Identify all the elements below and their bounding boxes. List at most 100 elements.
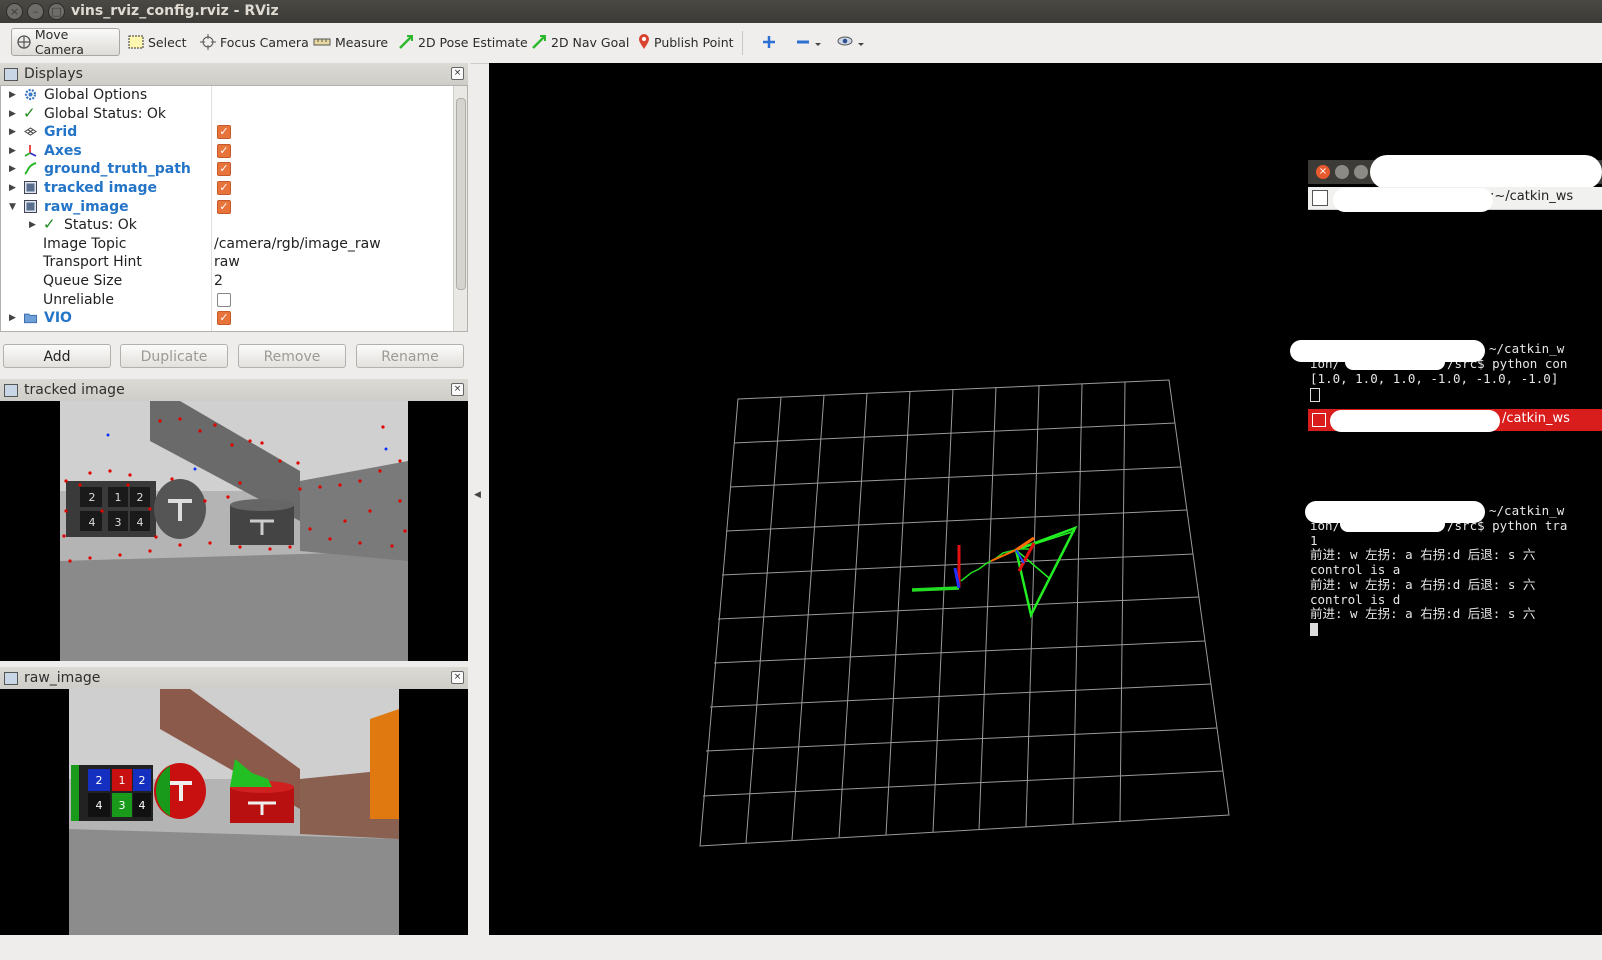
add-tool-icon[interactable]	[762, 35, 776, 49]
terminal-line: [1.0, 1.0, 1.0, -1.0, -1.0, -1.0]	[1310, 371, 1559, 386]
duplicate-display-button[interactable]: Duplicate	[120, 344, 228, 368]
enable-checkbox[interactable]: ✓	[217, 143, 231, 158]
splitter-handle-icon[interactable]: ◀	[474, 490, 481, 500]
expand-arrow-icon[interactable]: ▶	[9, 309, 16, 327]
terminal-line: 前进: w 左拐: a 右拐:d 后退: s 六	[1310, 606, 1536, 621]
select-tool[interactable]: Select	[124, 28, 191, 56]
tree-row-image-topic[interactable]: Image Topic /camera/rgb/image_raw	[1, 235, 456, 253]
rename-display-button[interactable]: Rename	[356, 344, 464, 368]
tree-row-global-options[interactable]: ▶ Global Options	[1, 86, 456, 104]
terminal-cursor	[1310, 623, 1318, 636]
axes-icon	[24, 144, 37, 157]
terminal-close-icon[interactable]: ×	[1316, 165, 1330, 179]
enable-checkbox[interactable]: ✓	[217, 181, 231, 195]
move-camera-tool[interactable]: Move Camera	[11, 27, 120, 57]
raw-image-title: raw_image	[24, 670, 101, 686]
add-display-button[interactable]: Add	[3, 344, 111, 368]
remove-tool-icon[interactable]	[796, 35, 824, 49]
terminal-tab-path: /catkin_ws	[1502, 411, 1570, 426]
terminal-line: ~/catkin_w	[1489, 503, 1565, 518]
maximize-window-icon[interactable]: □	[48, 3, 65, 20]
enable-checkbox[interactable]: ✓	[217, 162, 231, 177]
marker-label: 2	[96, 774, 103, 787]
unreliable-checkbox[interactable]	[217, 292, 231, 307]
minimize-window-icon[interactable]: –	[27, 3, 44, 20]
move-camera-icon	[17, 35, 31, 49]
close-panel-icon[interactable]: ×	[451, 383, 464, 396]
marker-label: 2	[139, 774, 146, 787]
tracked-image-panel-header: tracked image ×	[0, 379, 468, 402]
tree-label: Queue Size	[43, 273, 123, 289]
axes-display	[911, 545, 961, 592]
redaction-blob	[1340, 516, 1445, 532]
view-eye-icon[interactable]	[837, 34, 867, 50]
remove-display-button[interactable]: Remove	[238, 344, 346, 368]
enable-checkbox[interactable]: ✓	[217, 311, 231, 326]
marker-label: 4	[139, 799, 146, 812]
expand-arrow-icon[interactable]: ▶	[9, 86, 16, 104]
pose-estimate-label: 2D Pose Estimate	[418, 34, 528, 50]
terminal-maximize-icon[interactable]	[1354, 165, 1368, 179]
marker-label: 4	[89, 516, 96, 529]
tree-row-transport-hint[interactable]: Transport Hint raw	[1, 253, 456, 271]
close-panel-icon[interactable]: ×	[451, 671, 464, 684]
monitor-icon	[4, 67, 18, 81]
focus-camera-label: Focus Camera	[220, 34, 309, 50]
expand-arrow-icon[interactable]: ▶	[9, 105, 16, 123]
tree-row-ground-truth-path[interactable]: ▶ ground_truth_path ✓	[1, 160, 456, 178]
expand-arrow-icon[interactable]: ▶	[9, 179, 16, 197]
enable-checkbox[interactable]: ✓	[217, 125, 231, 140]
tree-value[interactable]: raw	[214, 253, 240, 271]
expand-arrow-icon[interactable]: ▶	[9, 123, 16, 141]
tree-row-axes[interactable]: ▶ Axes ✓	[1, 142, 456, 160]
tree-row-global-status[interactable]: ▶ ✓ Global Status: Ok	[1, 104, 456, 123]
measure-label: Measure	[335, 34, 389, 50]
tree-row-vio[interactable]: ▶ VIO ✓	[1, 309, 456, 327]
tree-row-tracked-image[interactable]: ▶ tracked image ✓	[1, 179, 456, 197]
displays-panel-header: Displays ×	[0, 63, 468, 86]
tree-row-unreliable[interactable]: Unreliable	[1, 291, 456, 309]
tracked-image-title: tracked image	[24, 382, 125, 398]
grid-display	[699, 379, 1230, 847]
tree-row-queue-size[interactable]: Queue Size 2	[1, 272, 456, 290]
scrollbar-thumb[interactable]	[456, 98, 466, 290]
expand-arrow-icon[interactable]: ▶	[9, 160, 16, 178]
tree-row-grid[interactable]: ▶ Grid ✓	[1, 123, 456, 141]
collapse-arrow-icon[interactable]: ▼	[9, 198, 16, 216]
tree-label: Status: Ok	[64, 217, 137, 234]
tree-value[interactable]: 2	[214, 272, 223, 290]
terminal-tab-icon	[1312, 190, 1328, 206]
tracked-image-view: 2 1 2 4 3 4	[0, 401, 468, 661]
close-panel-icon[interactable]: ×	[451, 67, 464, 80]
terminal-line: ~/catkin_w	[1489, 341, 1565, 356]
focus-camera-tool[interactable]: Focus Camera	[196, 28, 313, 56]
redaction-blob	[1345, 354, 1445, 370]
select-label: Select	[148, 34, 187, 50]
displays-tree: ▶ Global Options ▶ ✓ Global Status: Ok ▶…	[0, 85, 468, 332]
expand-arrow-icon[interactable]: ▶	[9, 142, 16, 160]
measure-tool[interactable]: Measure	[309, 28, 392, 56]
redaction-blob	[1333, 188, 1493, 212]
redaction-blob	[1370, 155, 1602, 189]
tree-value[interactable]: /camera/rgb/image_raw	[214, 235, 381, 253]
marker-label: 2	[89, 491, 96, 504]
marker-label: 3	[115, 516, 122, 529]
nav-goal-label: 2D Nav Goal	[551, 34, 630, 50]
marker-label: 1	[119, 774, 126, 787]
terminal-line: 前进: w 左拐: a 右拐:d 后退: s 六	[1310, 577, 1536, 592]
enable-checkbox[interactable]: ✓	[217, 199, 231, 214]
pose-estimate-icon	[399, 35, 413, 49]
focus-camera-icon	[200, 34, 216, 50]
tree-scrollbar[interactable]	[453, 86, 467, 331]
expand-arrow-icon[interactable]: ▶	[29, 216, 36, 234]
tree-label: ground_truth_path	[44, 161, 191, 178]
nav-goal-tool[interactable]: 2D Nav Goal	[527, 28, 633, 56]
tree-label: Grid	[44, 124, 78, 141]
terminal-minimize-icon[interactable]	[1335, 165, 1349, 179]
tree-row-status[interactable]: ▶ ✓ Status: Ok	[1, 215, 456, 234]
publish-point-tool[interactable]: Publish Point	[634, 28, 738, 56]
close-window-icon[interactable]: ×	[6, 3, 23, 20]
tree-row-raw-image[interactable]: ▼ raw_image ✓	[1, 198, 456, 216]
pose-estimate-tool[interactable]: 2D Pose Estimate	[394, 28, 532, 56]
redaction-blob	[1330, 410, 1500, 432]
